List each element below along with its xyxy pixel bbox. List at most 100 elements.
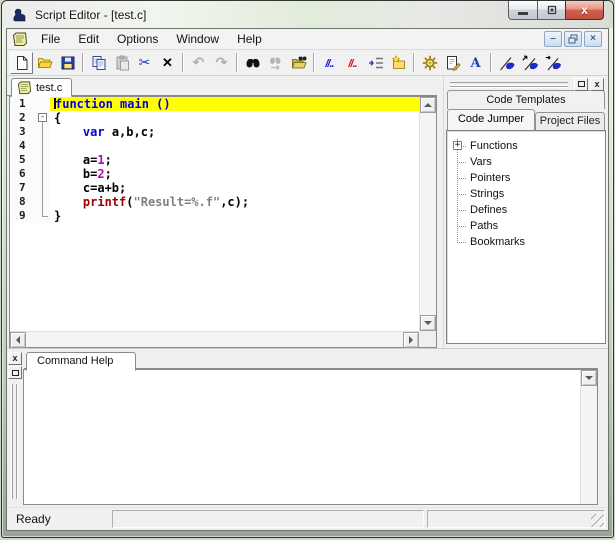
scroll-down-button[interactable] [420, 315, 437, 331]
menu-edit[interactable]: Edit [69, 30, 108, 49]
command-help-content[interactable] [23, 369, 598, 505]
mdi-restore-button[interactable] [564, 31, 582, 47]
fold-margin [36, 181, 50, 195]
mdi-minimize-button[interactable]: – [544, 31, 562, 47]
settings-button[interactable] [418, 52, 441, 74]
code-line[interactable]: c=a+b; [50, 181, 419, 195]
properties-button[interactable] [441, 52, 464, 74]
run-step-button[interactable] [541, 52, 564, 74]
code-line[interactable]: a=1; [50, 153, 419, 167]
bottom-maximize-button[interactable] [8, 366, 22, 379]
tab-project-files[interactable]: Project Files [535, 112, 605, 130]
tree-item-strings[interactable]: Strings [447, 186, 605, 202]
tree-item-functions[interactable]: + Functions [447, 138, 605, 154]
settings-icon [422, 55, 438, 71]
minimize-icon [518, 11, 528, 15]
fold-line [42, 195, 43, 209]
scroll-right-button[interactable] [403, 332, 420, 348]
code-row: 5 a=1; [10, 153, 419, 167]
minimize-button[interactable] [508, 1, 538, 20]
dock-close-button[interactable]: x [590, 77, 604, 91]
save-file-button[interactable] [56, 52, 79, 74]
bottom-dock-strip: x [7, 351, 23, 505]
close-button[interactable]: x [565, 1, 604, 20]
new-file-button[interactable] [10, 51, 33, 74]
tree-item-label: Functions [470, 140, 518, 152]
mdi-close-button[interactable]: × [584, 31, 602, 47]
fold-margin [36, 195, 50, 209]
bottom-close-icon: x [12, 353, 18, 363]
insert-template-button[interactable] [387, 52, 410, 74]
maximize-button[interactable] [538, 1, 565, 20]
tree-item-label: Vars [470, 156, 492, 168]
toolbar-separator [182, 53, 184, 72]
arrow-right-icon [409, 336, 417, 344]
tree-item-pointers[interactable]: Pointers [447, 170, 605, 186]
document-system-menu-icon[interactable] [12, 31, 28, 47]
script-file-icon [17, 81, 32, 95]
bottom-tabbar: Command Help [24, 349, 608, 371]
bottom-dock-grip[interactable] [12, 384, 17, 499]
fold-collapse-icon[interactable]: - [38, 113, 47, 122]
code-line[interactable]: printf("Result=%.f",c); [50, 195, 419, 209]
tree-item-label: Bookmarks [470, 236, 526, 248]
code-line[interactable]: function main () [50, 97, 420, 111]
font-button[interactable]: A [464, 52, 487, 74]
tab-command-help[interactable]: Command Help [26, 352, 137, 371]
arrow-left-icon [12, 336, 20, 344]
run-marked-button[interactable] [518, 52, 541, 74]
find-in-files-button[interactable] [287, 52, 310, 74]
code-editor[interactable]: 1 function main () 2-{3 var a,b,c; 4 5 a=1; 6… [10, 97, 420, 331]
line-number: 2 [10, 111, 36, 125]
fold-margin [36, 153, 50, 167]
find-next-button [264, 52, 287, 74]
editor-horizontal-scrollbar[interactable] [10, 331, 420, 348]
menu-file[interactable]: File [32, 30, 69, 49]
delete-button[interactable]: ✕ [156, 52, 179, 74]
arrow-down-icon [585, 376, 593, 384]
bottom-maximize-icon [11, 369, 19, 376]
run-button[interactable] [495, 52, 518, 74]
cut-button[interactable]: ✂ [133, 52, 156, 74]
resize-grip[interactable] [591, 514, 604, 527]
code-line[interactable]: } [50, 209, 419, 223]
code-row: 4 [10, 139, 419, 153]
find-button[interactable] [241, 52, 264, 74]
toolbar-separator [313, 53, 315, 72]
tree-item-bookmarks[interactable]: Bookmarks [447, 234, 605, 250]
code-line[interactable]: b=2; [50, 167, 419, 181]
uncomment-button[interactable]: //.. [341, 52, 364, 74]
code-row: 9} [10, 209, 419, 223]
menu-options[interactable]: Options [108, 30, 167, 49]
scroll-up-button[interactable] [420, 97, 437, 113]
open-file-button[interactable] [33, 52, 56, 74]
tree-item-defines[interactable]: Defines [447, 202, 605, 218]
titlebar[interactable]: Script Editor - [test.c] x [2, 1, 613, 28]
help-vertical-scrollbar[interactable] [580, 370, 597, 504]
menu-help[interactable]: Help [228, 30, 271, 49]
tree-item-paths[interactable]: Paths [447, 218, 605, 234]
paste-button [110, 52, 133, 74]
help-scroll-down-button[interactable] [581, 370, 597, 386]
menu-window[interactable]: Window [167, 30, 228, 49]
dock-maximize-button[interactable] [574, 77, 588, 91]
code-line[interactable]: { [50, 111, 419, 125]
fold-line-end [42, 209, 48, 217]
scroll-left-button[interactable] [10, 332, 26, 348]
tab-test-c[interactable]: test.c [11, 78, 73, 97]
indent-button[interactable] [364, 52, 387, 74]
copy-button[interactable] [87, 52, 110, 74]
comment-button[interactable]: //.. [318, 52, 341, 74]
editor-vertical-scrollbar[interactable] [419, 97, 437, 331]
expand-icon[interactable]: + [453, 141, 462, 150]
code-row: 6 b=2; [10, 167, 419, 181]
undo-icon: ↶ [192, 53, 205, 70]
code-line[interactable] [50, 139, 419, 153]
tree-item-label: Strings [470, 188, 505, 200]
tab-code-jumper[interactable]: Code Jumper [447, 109, 535, 130]
tree-item-vars[interactable]: Vars [447, 154, 605, 170]
code-line[interactable]: var a,b,c; [50, 125, 419, 139]
bottom-close-button[interactable]: x [8, 352, 22, 365]
tab-code-templates[interactable]: Code Templates [447, 90, 605, 109]
dock-grip[interactable] [450, 81, 568, 87]
